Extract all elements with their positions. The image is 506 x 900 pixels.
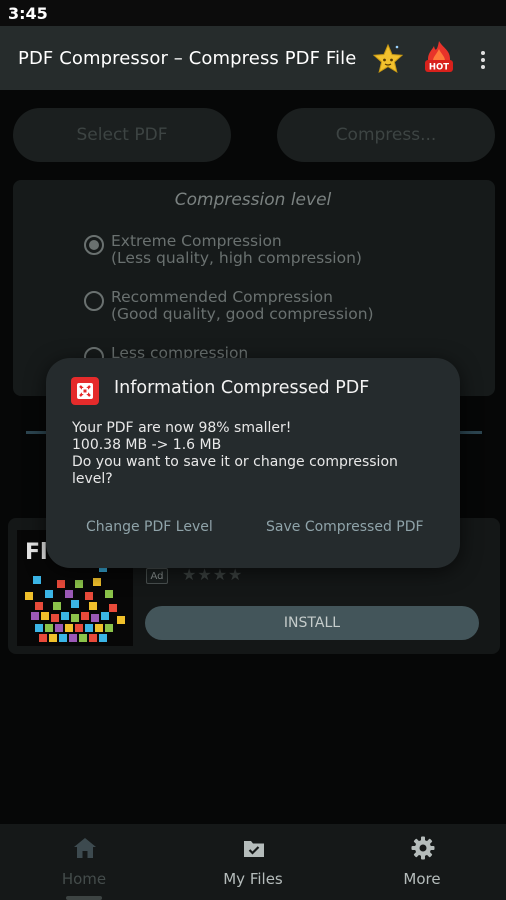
hot-icon[interactable]: HOT [422,40,456,76]
install-button[interactable]: INSTALL [145,606,479,640]
folder-check-icon [244,841,264,857]
home-icon [74,838,96,858]
option-label: Recommended Compression (Good quality, go… [111,288,374,323]
nav-label: More [403,870,441,888]
save-compressed-pdf-button[interactable]: Save Compressed PDF [266,519,424,535]
select-pdf-button[interactable]: Select PDF [13,108,231,162]
progress-line-right [460,431,482,434]
bottom-nav: Home My Files More [0,824,506,900]
pdf-compress-icon [71,377,99,405]
status-time: 3:45 [8,4,48,23]
app-bar: PDF Compressor – Compress PDF File HOT [0,26,506,90]
nav-my-files[interactable]: My Files [169,824,337,900]
nav-more[interactable]: More [338,824,506,900]
compression-level-title: Compression level [174,190,332,210]
nav-label: My Files [223,870,283,888]
change-pdf-level-button[interactable]: Change PDF Level [86,519,213,535]
dialog-title: Information Compressed PDF [114,378,370,398]
status-bar: 3:45 [0,0,506,26]
info-dialog: Information Compressed PDF Your PDF are … [46,358,460,568]
gear-icon [411,836,435,860]
radio-button[interactable] [84,291,104,311]
hot-label: HOT [429,63,449,73]
dialog-message: Your PDF are now 98% smaller! 100.38 MB … [72,420,398,487]
ad-badge: Ad [146,568,168,584]
app-title: PDF Compressor – Compress PDF File [18,48,357,69]
radio-button[interactable] [84,235,104,255]
nav-home[interactable]: Home [0,824,168,900]
more-vert-icon[interactable] [476,50,490,70]
nav-active-indicator [66,896,102,900]
option-label: Extreme Compression (Less quality, high c… [111,232,362,267]
nav-label: Home [61,870,107,888]
compress-button[interactable]: Compress... [277,108,495,162]
star-icon[interactable] [372,43,404,75]
